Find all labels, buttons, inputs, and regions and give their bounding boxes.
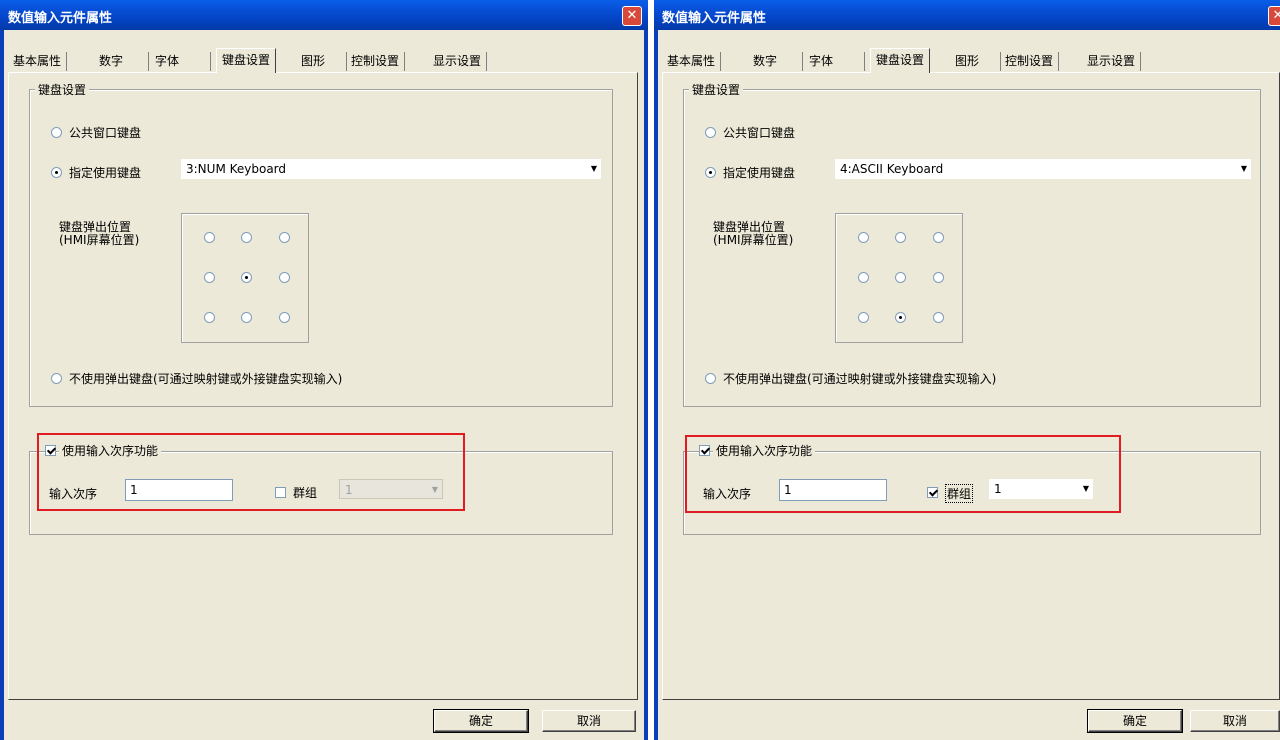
tab-keyboard[interactable]: 键盘设置 <box>870 48 931 73</box>
keyboard-select[interactable]: 3:NUM Keyboard ▼ <box>181 159 601 179</box>
radio-pos-bottom-center[interactable] <box>895 312 906 323</box>
tab-basic[interactable]: 基本属性 <box>8 52 68 71</box>
popup-position-label: 键盘弹出位置 (HMI屏幕位置) <box>713 220 794 247</box>
tab-graphic[interactable]: 图形 <box>950 52 1001 71</box>
close-icon[interactable]: ✕ <box>622 6 642 26</box>
radio-pos-middle-right[interactable] <box>933 272 944 283</box>
radio-pos-bottom-right[interactable] <box>933 312 944 323</box>
radio-pos-middle-left[interactable] <box>858 272 869 283</box>
keyboard-group-label: 键盘设置 <box>689 81 744 98</box>
highlight-box <box>685 435 1121 513</box>
popup-position-grid <box>181 213 309 343</box>
radio-public-label: 公共窗口键盘 <box>723 126 796 140</box>
radio-public-keyboard[interactable] <box>51 127 62 138</box>
tab-basic[interactable]: 基本属性 <box>662 52 722 71</box>
radio-no-popup[interactable] <box>705 373 716 384</box>
popup-position-grid <box>835 213 963 343</box>
tab-display[interactable]: 显示设置 <box>1082 52 1142 71</box>
ok-button[interactable]: 确定 <box>1087 709 1183 733</box>
tab-graphic[interactable]: 图形 <box>296 52 347 71</box>
radio-pos-top-right[interactable] <box>933 232 944 243</box>
radio-pos-top-right[interactable] <box>279 232 290 243</box>
radio-pos-bottom-left[interactable] <box>204 312 215 323</box>
radio-no-popup-label: 不使用弹出键盘(可通过映射键或外接键盘实现输入) <box>723 372 997 386</box>
radio-specified-keyboard[interactable] <box>51 167 62 178</box>
close-icon[interactable]: ✕ <box>1268 6 1280 26</box>
chevron-down-icon[interactable]: ▼ <box>1241 159 1247 179</box>
highlight-box <box>37 433 465 511</box>
popup-position-label: 键盘弹出位置 (HMI屏幕位置) <box>59 220 140 247</box>
radio-no-popup-label: 不使用弹出键盘(可通过映射键或外接键盘实现输入) <box>69 372 343 386</box>
keyboard-select-value: 3:NUM Keyboard <box>186 162 287 176</box>
tab-page: 键盘设置 公共窗口键盘 指定使用键盘 4:ASCII Keyboard ▼ 键盘… <box>662 72 1280 700</box>
tab-page: 键盘设置 公共窗口键盘 指定使用键盘 3:NUM Keyboard ▼ 键盘弹出… <box>8 72 638 700</box>
radio-specified-label: 指定使用键盘 <box>723 166 796 180</box>
radio-pos-bottom-right[interactable] <box>279 312 290 323</box>
title-bar[interactable]: 数值输入元件属性 ✕ <box>0 0 648 30</box>
tab-control[interactable]: 控制设置 <box>346 52 406 71</box>
dialog-client: 基本属性 数字 字体 键盘设置 图形 控制设置 显示设置 键盘设置 公共窗口键盘… <box>4 30 644 740</box>
cancel-button[interactable]: 取消 <box>1190 710 1280 732</box>
dialog-client: 基本属性 数字 字体 键盘设置 图形 控制设置 显示设置 键盘设置 公共窗口键盘… <box>658 30 1280 740</box>
radio-pos-middle-center[interactable] <box>895 272 906 283</box>
ok-button[interactable]: 确定 <box>433 709 529 733</box>
radio-no-popup[interactable] <box>51 373 62 384</box>
tab-control[interactable]: 控制设置 <box>1000 52 1060 71</box>
tab-number[interactable]: 数字 <box>94 52 149 71</box>
dialog-title: 数值输入元件属性 <box>8 11 113 26</box>
radio-pos-bottom-center[interactable] <box>241 312 252 323</box>
tab-display[interactable]: 显示设置 <box>428 52 488 71</box>
cancel-button[interactable]: 取消 <box>542 710 636 732</box>
keyboard-group-label: 键盘设置 <box>35 81 90 98</box>
radio-pos-top-left[interactable] <box>204 232 215 243</box>
radio-pos-top-center[interactable] <box>895 232 906 243</box>
keyboard-select-value: 4:ASCII Keyboard <box>840 162 944 176</box>
radio-pos-top-left[interactable] <box>858 232 869 243</box>
radio-specified-keyboard[interactable] <box>705 167 716 178</box>
dialog-right: 数值输入元件属性 ✕ 基本属性 数字 字体 键盘设置 图形 控制设置 显示设置 … <box>654 0 1280 740</box>
tab-font[interactable]: 字体 <box>804 52 865 71</box>
radio-pos-top-center[interactable] <box>241 232 252 243</box>
tab-keyboard[interactable]: 键盘设置 <box>216 48 277 73</box>
title-bar[interactable]: 数值输入元件属性 ✕ <box>654 0 1280 30</box>
radio-public-label: 公共窗口键盘 <box>69 126 142 140</box>
radio-specified-label: 指定使用键盘 <box>69 166 142 180</box>
dialog-left: 数值输入元件属性 ✕ 基本属性 数字 字体 键盘设置 图形 控制设置 显示设置 … <box>0 0 648 740</box>
radio-pos-middle-right[interactable] <box>279 272 290 283</box>
radio-pos-bottom-left[interactable] <box>858 312 869 323</box>
radio-pos-middle-center[interactable] <box>241 272 252 283</box>
dialog-title: 数值输入元件属性 <box>662 11 767 26</box>
chevron-down-icon[interactable]: ▼ <box>591 159 597 179</box>
radio-pos-middle-left[interactable] <box>204 272 215 283</box>
radio-public-keyboard[interactable] <box>705 127 716 138</box>
keyboard-select[interactable]: 4:ASCII Keyboard ▼ <box>835 159 1251 179</box>
tab-number[interactable]: 数字 <box>748 52 803 71</box>
tab-font[interactable]: 字体 <box>150 52 211 71</box>
